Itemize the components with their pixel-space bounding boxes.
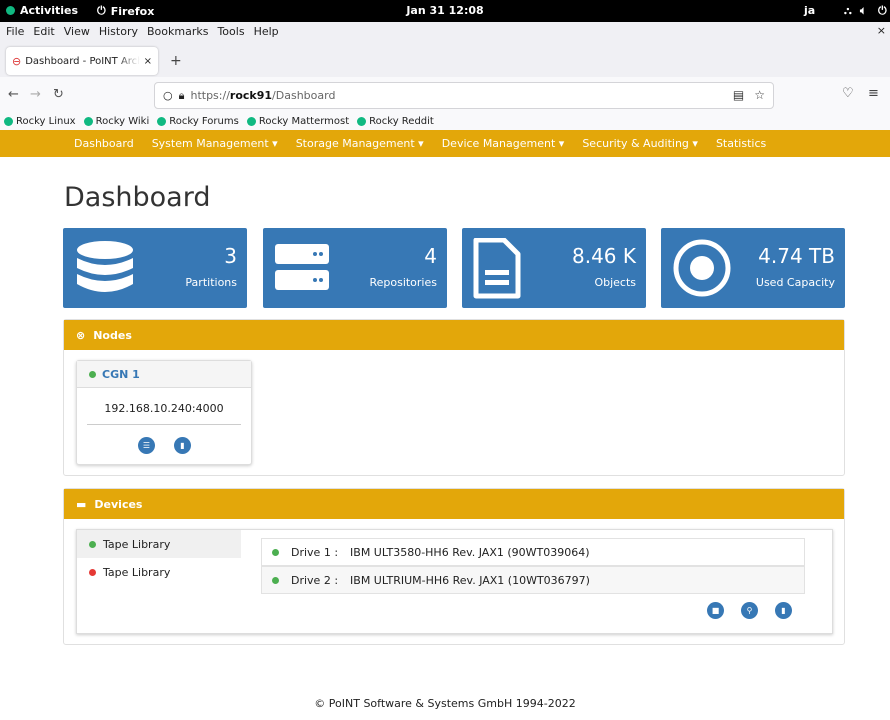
bookmark-item[interactable]: Rocky Forums — [157, 116, 239, 127]
node-details-button[interactable]: ☰ — [138, 437, 155, 454]
footer: © PoINT Software & Systems GmbH 1994-202… — [314, 697, 576, 710]
close-tab-icon[interactable]: × — [144, 56, 152, 67]
bookmark-item[interactable]: Rocky Mattermost — [246, 116, 349, 127]
node-card: CGN 1 192.168.10.240:4000 ☰ ▮ — [76, 360, 252, 465]
library-statistics-button[interactable]: ▮ — [775, 602, 792, 619]
navigation-bar: ← → ↻ ○ 🔒︎ https:// rock91 /Dashboard ▤ … — [0, 77, 890, 113]
stat-card-repositories: 4 Repositories — [263, 228, 447, 308]
library-item[interactable]: Tape Library — [77, 558, 241, 586]
menu-history[interactable]: History — [99, 25, 138, 38]
bookmark-item[interactable]: Rocky Wiki — [83, 116, 149, 127]
bookmark-item[interactable]: Rocky Reddit — [357, 116, 434, 127]
volume-icon[interactable]: 🔈︎ — [860, 4, 867, 18]
power-icon[interactable]: ⏻ — [878, 4, 887, 18]
nav-security-auditing[interactable]: Security & Auditing ▾ — [582, 137, 698, 150]
node-address: 192.168.10.240:4000 — [104, 402, 224, 415]
stat-card-used-capacity: 4.74 TB Used Capacity — [661, 228, 845, 308]
menu-help[interactable]: Help — [254, 25, 279, 38]
stat-card-objects: 8.46 K Objects — [462, 228, 646, 308]
rocky-icon — [157, 117, 167, 126]
node-statistics-button[interactable]: ▮ — [174, 437, 191, 454]
page-title: Dashboard — [64, 182, 211, 213]
node-header[interactable]: CGN 1 — [77, 361, 251, 388]
network-icon[interactable]: ⛬ — [844, 4, 852, 18]
bookmark-star-icon[interactable]: ☆ — [754, 88, 765, 102]
forward-icon[interactable]: → — [30, 87, 41, 102]
file-icon — [473, 238, 521, 299]
shield-icon[interactable]: ○ — [163, 89, 173, 102]
library-search-button[interactable]: ⚲ — [741, 602, 758, 619]
menu-tools[interactable]: Tools — [217, 25, 244, 38]
nav-dashboard[interactable]: Dashboard — [74, 137, 134, 150]
nav-statistics[interactable]: Statistics — [716, 137, 766, 150]
favicon-icon: ⊖ — [12, 54, 22, 68]
divider — [87, 424, 241, 425]
nodes-icon: ⊗ — [76, 328, 86, 342]
nodes-panel-header: ⊗ Nodes — [64, 320, 844, 350]
app-navigation: Dashboard System Management ▾ Storage Ma… — [0, 130, 890, 157]
drive-row[interactable]: Drive 1 : IBM ULT3580-HH6 Rev. JAX1 (90W… — [261, 538, 805, 566]
clock[interactable]: Jan 31 12:08 — [0, 4, 890, 17]
menu-bookmarks[interactable]: Bookmarks — [147, 25, 208, 38]
tab-dashboard[interactable]: ⊖ Dashboard - PoINT Archiv × — [6, 47, 158, 75]
hamburger-menu-icon[interactable]: ≡ — [868, 86, 879, 101]
server-icon — [275, 244, 329, 290]
reader-view-icon[interactable]: ▤ — [733, 88, 744, 102]
rocky-icon — [357, 117, 367, 126]
library-list: Tape Library Tape Library — [77, 530, 241, 586]
rocky-icon — [246, 117, 256, 126]
menu-bar: File Edit View History Bookmarks Tools H… — [0, 22, 890, 41]
menu-edit[interactable]: Edit — [33, 25, 54, 38]
status-dot-icon — [89, 370, 96, 378]
lock-icon[interactable]: 🔒︎ — [179, 89, 185, 103]
rocky-icon — [4, 117, 13, 126]
database-icon — [77, 241, 133, 292]
bookmark-item[interactable]: Rocky Linux — [4, 116, 76, 127]
devices-panel: ▬ Devices Tape Library Tape Library Driv… — [63, 488, 845, 645]
menu-file[interactable]: File — [6, 25, 24, 38]
library-config-button[interactable]: ■ — [707, 602, 724, 619]
nav-storage-management[interactable]: Storage Management ▾ — [296, 137, 424, 150]
pocket-icon[interactable]: ♡ — [842, 86, 854, 101]
system-top-bar: Activities ⏻ Firefox Jan 31 12:08 ja ⛬ 🔈… — [0, 0, 890, 22]
rocky-icon — [83, 117, 93, 126]
menu-view[interactable]: View — [64, 25, 90, 38]
stat-card-partitions: 3 Partitions — [63, 228, 247, 308]
nav-system-management[interactable]: System Management ▾ — [152, 137, 278, 150]
status-dot-icon — [89, 568, 96, 576]
status-dot-icon — [89, 540, 96, 548]
library-item[interactable]: Tape Library — [77, 530, 241, 558]
bookmarks-toolbar: Rocky Linux Rocky Wiki Rocky Forums Rock… — [0, 113, 890, 130]
new-tab-icon[interactable]: + — [170, 53, 182, 69]
status-dot-icon — [272, 548, 279, 556]
nodes-panel: ⊗ Nodes CGN 1 192.168.10.240:4000 ☰ ▮ — [63, 319, 845, 476]
tab-strip: ⊖ Dashboard - PoINT Archiv × + — [0, 41, 890, 77]
devices-panel-header: ▬ Devices — [64, 489, 844, 519]
disk-icon — [673, 239, 731, 297]
status-dot-icon — [272, 576, 279, 584]
close-window-icon[interactable]: × — [877, 24, 886, 37]
nav-device-management[interactable]: Device Management ▾ — [442, 137, 565, 150]
drive-row[interactable]: Drive 2 : IBM ULTRIUM-HH6 Rev. JAX1 (10W… — [261, 566, 805, 594]
reload-icon[interactable]: ↻ — [53, 87, 64, 102]
input-method[interactable]: ja — [804, 4, 815, 17]
device-icon: ▬ — [76, 497, 87, 511]
url-bar[interactable]: ○ 🔒︎ https:// rock91 /Dashboard ▤ ☆ — [154, 82, 774, 109]
devices-container: Tape Library Tape Library Drive 1 : IBM … — [76, 529, 833, 634]
back-icon[interactable]: ← — [8, 87, 19, 102]
